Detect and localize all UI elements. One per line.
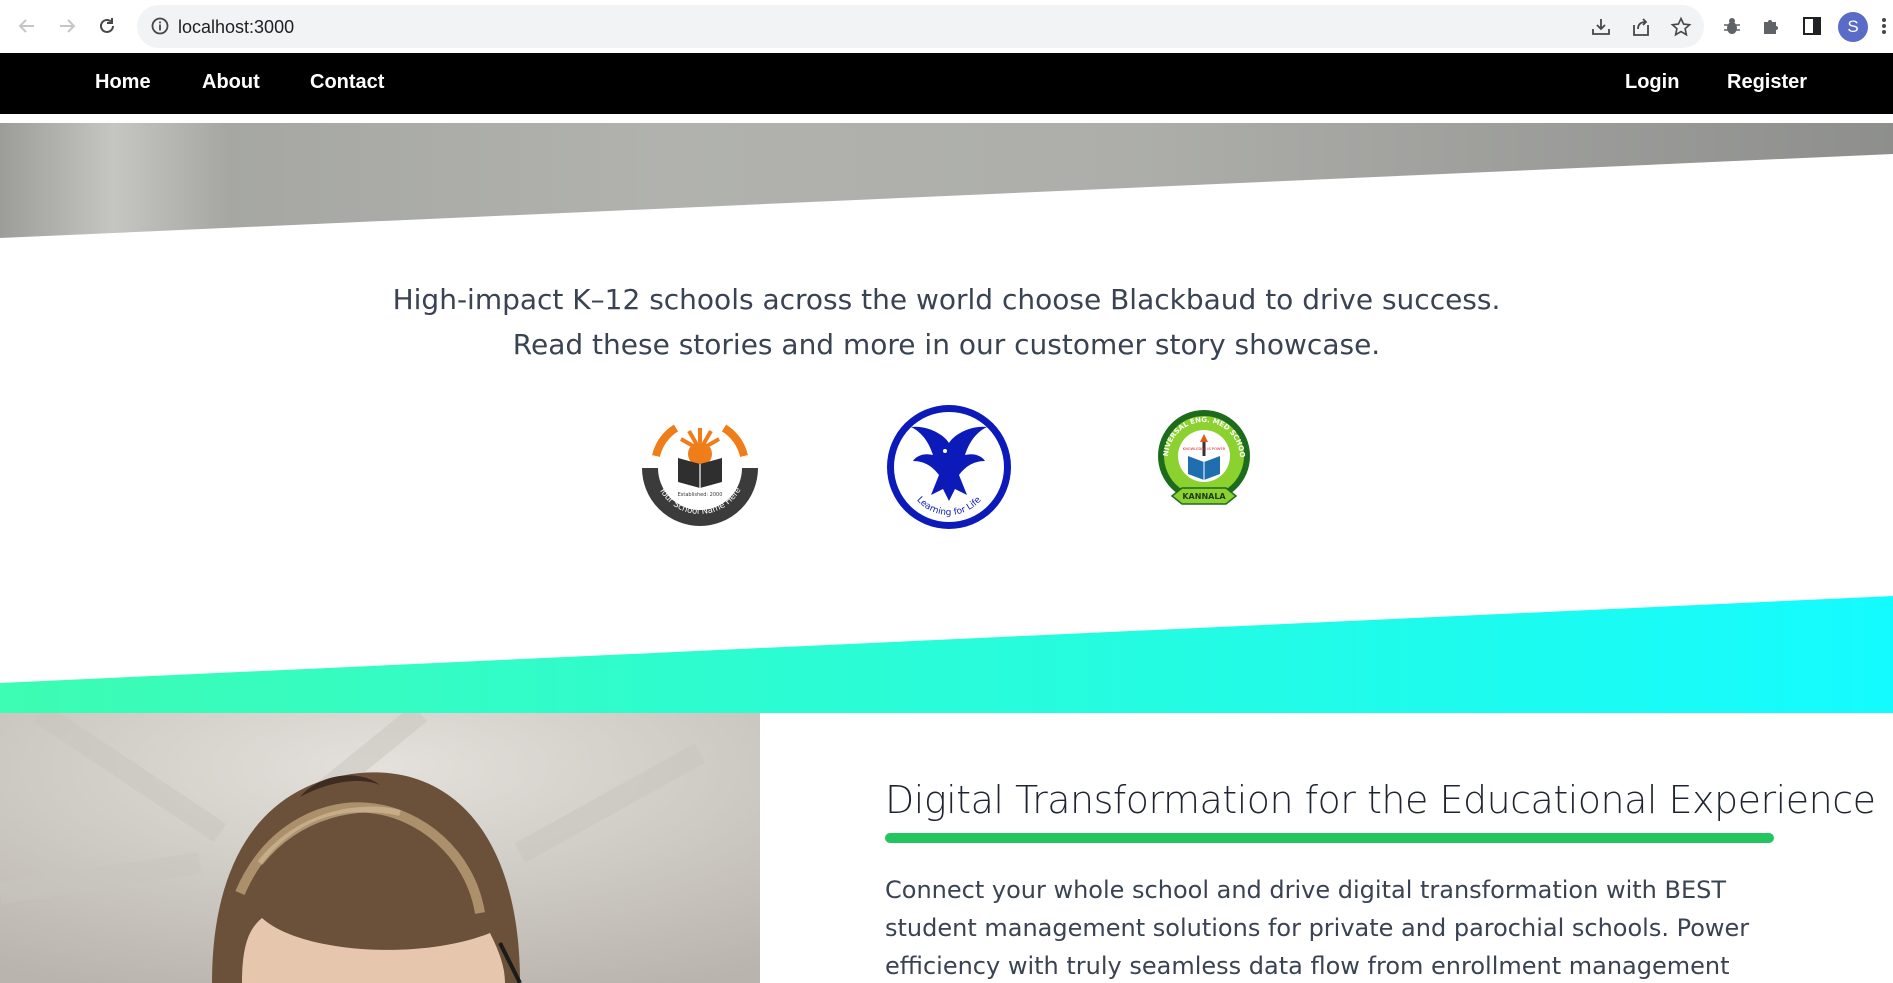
headline-line-2: Read these stories and more in our custo…: [512, 328, 1381, 361]
address-bar[interactable]: localhost:3000: [137, 5, 1704, 48]
install-icon[interactable]: [1590, 16, 1612, 38]
school-logo-1[interactable]: Your School Name Here Established: 2000: [640, 408, 760, 528]
feature-title-underline: [885, 833, 1774, 843]
site-info-icon[interactable]: [150, 16, 170, 36]
nav-login-link[interactable]: Login: [1625, 71, 1679, 94]
site-navbar: Home About Contact Login Register: [0, 53, 1893, 114]
menu-dots-icon[interactable]: [1879, 14, 1889, 38]
woman-portrait-image: [0, 713, 760, 983]
logo3-motto: KNOWLEDGE IS POWER: [1183, 447, 1226, 451]
logo3-place: KANNALA: [1182, 492, 1226, 501]
extension-bug-icon[interactable]: [1720, 14, 1744, 38]
hero-banner-image: [0, 123, 1893, 238]
nav-register-link[interactable]: Register: [1727, 71, 1807, 94]
nav-contact-link[interactable]: Contact: [310, 71, 384, 94]
bookmark-star-icon[interactable]: [1670, 16, 1692, 38]
back-button[interactable]: [13, 12, 41, 40]
profile-avatar[interactable]: S: [1838, 12, 1868, 42]
feature-photo: [0, 713, 760, 983]
school-logo-2[interactable]: Learning for Life: [885, 403, 1013, 531]
school-logo-3[interactable]: UNIVERSAL ENG. MED SCHOOL KNOWLEDGE IS P…: [1154, 408, 1254, 514]
forward-button[interactable]: [53, 12, 81, 40]
reload-icon: [100, 18, 114, 33]
profile-initial: S: [1847, 17, 1859, 36]
feature-title: Digital Transformation for the Education…: [885, 778, 1876, 822]
gradient-divider: [0, 596, 1893, 713]
nav-about-link[interactable]: About: [202, 71, 260, 94]
extensions-puzzle-icon[interactable]: [1760, 14, 1784, 38]
side-panel-icon[interactable]: [1800, 14, 1824, 38]
url-text[interactable]: localhost:3000: [178, 17, 294, 38]
share-icon[interactable]: [1630, 16, 1652, 38]
forward-arrow-icon: [60, 19, 76, 33]
feature-description: Connect your whole school and drive digi…: [885, 876, 1750, 980]
browser-toolbar: localhost:3000 S: [0, 0, 1893, 53]
back-arrow-icon: [18, 19, 34, 33]
nav-home-link[interactable]: Home: [95, 71, 151, 94]
logo1-established: Established: 2000: [678, 492, 723, 498]
reload-button[interactable]: [93, 12, 121, 40]
customer-stories-headline: High-impact K–12 schools across the worl…: [0, 277, 1893, 367]
headline-line-1: High-impact K–12 schools across the worl…: [392, 283, 1501, 316]
